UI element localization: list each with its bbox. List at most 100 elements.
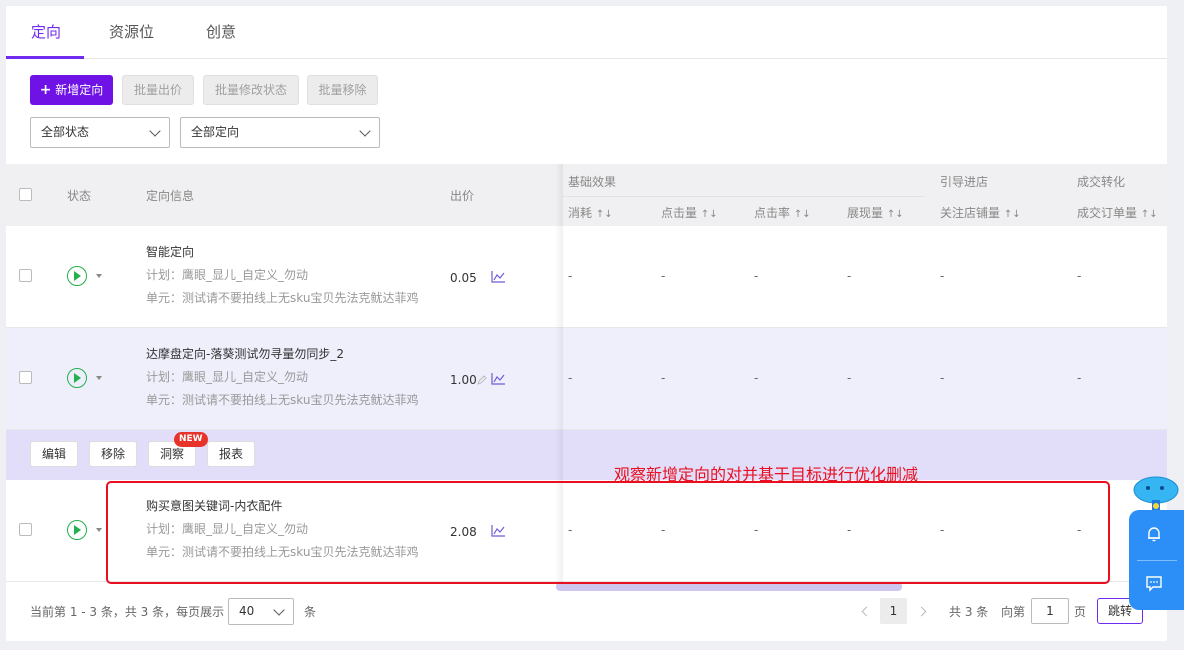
cell-ctr: -	[754, 371, 759, 385]
sort-icon: ↑↓	[700, 209, 718, 220]
goto-prefix: 向第	[1001, 605, 1026, 619]
batch-status-button[interactable]: 批量修改状态	[203, 75, 299, 105]
row-plan: 计划：鹰眼_显儿_自定义_勿动	[146, 268, 309, 282]
table-header: 状态 定向信息 出价 基础效果 引导进店 成交转化 消耗 ↑↓ 点击量 ↑↓ 点…	[6, 164, 1167, 226]
cell-ctr: -	[754, 269, 759, 283]
floating-helper-bar	[1129, 510, 1184, 610]
remove-button[interactable]: 移除	[89, 441, 137, 467]
message-icon[interactable]	[1145, 574, 1163, 592]
cell-follows: -	[940, 269, 945, 283]
tab-bar: 定向 资源位 创意	[6, 6, 1167, 59]
row-price: 0.05	[450, 271, 477, 285]
tab-targeting[interactable]: 定向	[31, 21, 61, 42]
annotation-highlight-box	[106, 481, 1110, 584]
col-follows[interactable]: 关注店铺量 ↑↓	[940, 204, 1021, 221]
chart-icon[interactable]	[491, 373, 505, 385]
chevron-down-icon	[359, 125, 371, 137]
targeting-filter-select[interactable]: 全部定向	[180, 117, 380, 148]
table-row: 智能定向 计划：鹰眼_显儿_自定义_勿动 单元：测试请不要拍线上无sku宝贝先法…	[6, 226, 1167, 328]
col-clicks-label: 点击量	[661, 206, 698, 220]
sort-icon: ↑↓	[886, 209, 904, 220]
goto-page-input[interactable]: 1	[1031, 598, 1069, 624]
goto-suffix: 页	[1074, 605, 1087, 619]
header-divider	[562, 196, 924, 197]
group-basic-effect: 基础效果	[568, 175, 617, 189]
report-button[interactable]: 报表	[207, 441, 255, 467]
col-cost-label: 消耗	[568, 206, 593, 220]
play-status-icon[interactable]	[67, 266, 87, 286]
row-checkbox[interactable]	[19, 523, 32, 536]
row-checkbox[interactable]	[19, 269, 32, 282]
sort-icon: ↑↓	[1003, 209, 1021, 220]
play-status-icon[interactable]	[67, 520, 87, 540]
row-checkbox[interactable]	[19, 371, 32, 384]
row-title: 达摩盘定向-落葵测试勿寻量勿同步_2	[146, 347, 344, 361]
cell-impressions: -	[847, 269, 852, 283]
annotation-text: 观察新增定向的对并基于目标进行优化删减	[614, 465, 919, 484]
group-guide-store: 引导进店	[940, 175, 989, 189]
current-page[interactable]: 1	[880, 598, 907, 624]
chart-icon[interactable]	[491, 271, 505, 283]
cell-clicks: -	[661, 269, 666, 283]
col-impressions[interactable]: 展现量 ↑↓	[847, 204, 904, 221]
cell-cost: -	[568, 269, 573, 283]
col-orders-label: 成交订单量	[1077, 206, 1138, 220]
row-unit: 单元：测试请不要拍线上无sku宝贝先法克鱿达菲鸡	[146, 291, 419, 305]
prev-page-icon[interactable]	[861, 606, 872, 617]
cell-clicks: -	[661, 371, 666, 385]
col-targeting-info: 定向信息	[146, 189, 195, 203]
status-filter-select[interactable]: 全部状态	[30, 117, 170, 148]
bell-icon[interactable]	[1145, 525, 1163, 543]
cell-follows: -	[940, 371, 945, 385]
edit-button[interactable]: 编辑	[30, 441, 78, 467]
status-filter-value: 全部状态	[41, 125, 90, 139]
new-badge: NEW	[174, 432, 208, 447]
row-unit: 单元：测试请不要拍线上无sku宝贝先法克鱿达菲鸡	[146, 393, 419, 407]
col-orders[interactable]: 成交订单量 ↑↓	[1077, 204, 1158, 221]
caret-down-icon[interactable]	[96, 528, 102, 532]
table-row: 达摩盘定向-落葵测试勿寻量勿同步_2 计划：鹰眼_显儿_自定义_勿动 单元：测试…	[6, 328, 1167, 430]
page-size-select[interactable]: 40	[228, 598, 294, 625]
row-price: 1.00	[450, 373, 477, 387]
caret-down-icon[interactable]	[96, 274, 102, 278]
select-all-checkbox[interactable]	[19, 188, 32, 201]
batch-remove-button[interactable]: 批量移除	[307, 75, 378, 105]
total-count: 共 3 条	[949, 605, 989, 619]
add-targeting-label: 新增定向	[55, 83, 104, 97]
pagination-summary: 当前第 1 - 3 条，共 3 条，每页展示	[30, 605, 225, 619]
tab-creative[interactable]: 创意	[206, 21, 236, 42]
col-follows-label: 关注店铺量	[940, 206, 1001, 220]
sort-icon: ↑↓	[595, 209, 613, 220]
col-status: 状态	[67, 189, 92, 203]
pencil-icon[interactable]	[476, 374, 488, 386]
play-status-icon[interactable]	[67, 368, 87, 388]
sort-icon: ↑↓	[1140, 209, 1158, 220]
caret-down-icon[interactable]	[96, 376, 102, 380]
col-clicks[interactable]: 点击量 ↑↓	[661, 204, 718, 221]
page-size-value: 40	[239, 604, 255, 618]
row-title: 智能定向	[146, 245, 195, 259]
row-plan: 计划：鹰眼_显儿_自定义_勿动	[146, 370, 309, 384]
batch-bid-button[interactable]: 批量出价	[122, 75, 194, 105]
tab-placement[interactable]: 资源位	[109, 21, 154, 42]
cell-cost: -	[568, 371, 573, 385]
sort-icon: ↑↓	[793, 209, 811, 220]
targeting-filter-value: 全部定向	[191, 125, 240, 139]
col-bid: 出价	[450, 189, 475, 203]
active-tab-indicator	[6, 56, 84, 59]
col-impressions-label: 展现量	[847, 206, 884, 220]
cell-orders: -	[1077, 371, 1082, 385]
cell-orders: -	[1077, 269, 1082, 283]
mascot-icon[interactable]	[1132, 474, 1180, 510]
group-conversion: 成交转化	[1077, 175, 1126, 189]
plus-icon: +	[39, 82, 52, 98]
cell-impressions: -	[847, 371, 852, 385]
next-page-icon[interactable]	[916, 606, 927, 617]
chevron-down-icon	[273, 604, 285, 616]
chevron-down-icon	[149, 125, 161, 137]
col-ctr[interactable]: 点击率 ↑↓	[754, 204, 811, 221]
col-ctr-label: 点击率	[754, 206, 791, 220]
add-targeting-button[interactable]: + 新增定向	[30, 75, 113, 105]
page-size-unit: 条	[304, 605, 317, 619]
col-cost[interactable]: 消耗 ↑↓	[568, 204, 613, 221]
